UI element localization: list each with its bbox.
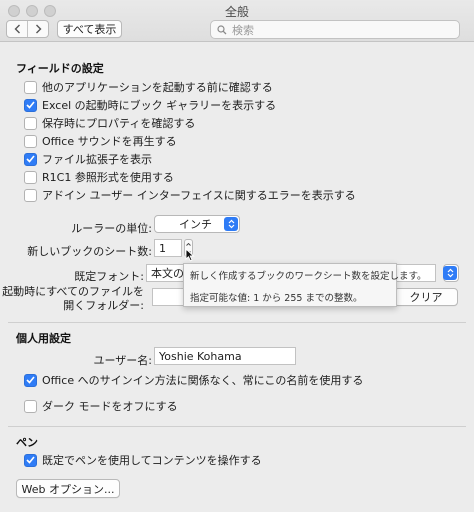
checkbox-label: Office へのサインイン方法に関係なく、常にこの名前を使用する [42,374,364,387]
startup-folder-label-line2: 開くフォルダー: [63,299,144,312]
checkbox-box[interactable] [24,134,37,148]
confirm-before-launch-checkbox[interactable]: 他のアプリケーションを起動する前に確認する [24,79,273,95]
checkbox-box[interactable] [24,116,37,130]
checkbox-label: R1C1 参照形式を使用する [42,171,174,184]
show-file-extensions-checkbox[interactable]: ファイル拡張子を表示 [24,151,152,167]
checkbox-label: ダーク モードをオフにする [42,400,178,413]
checkbox-label: ファイル拡張子を表示 [42,153,152,166]
sheets-count-input[interactable]: 1 [154,239,182,257]
use-pen-by-default-checkbox[interactable]: 既定でペンを使用してコンテンツを操作する [24,452,262,468]
r1c1-reference-checkbox[interactable]: R1C1 参照形式を使用する [24,169,174,185]
preferences-window: 全般 すべて表示 検索 フィールドの設定 他のアプリケーションを起動する前に確認… [0,0,474,512]
ruler-units-popup[interactable]: インチ [154,215,240,233]
confirm-properties-checkbox[interactable]: 保存時にプロパティを確認する [24,115,195,131]
show-all-button[interactable]: すべて表示 [57,20,122,38]
show-workbook-gallery-checkbox[interactable]: Excel の起動時にブック ギャラリーを表示する [24,97,276,113]
navigation-buttons [6,20,49,38]
forward-button[interactable] [27,21,48,37]
personal-settings-heading: 個人用設定 [16,332,71,345]
ruler-units-value: インチ [179,218,212,231]
username-label: ユーザー名: [93,354,153,367]
chevron-left-icon [14,24,20,34]
stepper-up-icon[interactable] [185,240,192,248]
checkbox-label: 既定でペンを使用してコンテンツを操作する [42,454,262,467]
startup-folder-label-line1: 起動時にすべてのファイルを [2,285,144,298]
tooltip-line2: 指定可能な値: 1 から 255 までの整数。 [190,293,363,304]
checkbox-box[interactable] [24,98,37,112]
ruler-units-label: ルーラーの単位: [71,222,152,235]
search-icon [217,24,227,34]
checkbox-box[interactable] [24,80,37,94]
search-field[interactable]: 検索 [210,20,460,39]
checkbox-label: 保存時にプロパティを確認する [42,117,196,130]
checkbox-box[interactable] [24,152,37,166]
checkbox-label: アドイン ユーザー インターフェイスに関するエラーを表示する [42,189,356,202]
tooltip-line1: 新しく作成するブックのワークシート数を設定します。 [190,271,427,282]
default-font-value: 本文の [151,267,184,280]
checkbox-label: 他のアプリケーションを起動する前に確認する [42,81,273,94]
clear-button[interactable]: クリア [394,288,458,306]
checkmark-icon [26,155,35,163]
checkbox-box[interactable] [24,453,37,467]
chevron-right-icon [35,24,41,34]
default-font-popup[interactable] [443,264,459,282]
title-bar: 全般 すべて表示 検索 [0,0,474,42]
addin-ui-errors-checkbox[interactable]: アドイン ユーザー インターフェイスに関するエラーを表示する [24,187,356,203]
checkbox-box[interactable] [24,188,37,202]
checkmark-icon [26,456,35,464]
checkbox-box[interactable] [24,373,37,387]
search-placeholder: 検索 [232,23,254,37]
startup-folder-label: 起動時にすべてのファイルを 開くフォルダー: [2,285,144,313]
office-sounds-checkbox[interactable]: Office サウンドを再生する [24,133,177,149]
back-button[interactable] [7,21,27,37]
web-options-button[interactable]: Web オプション... [16,479,120,498]
section-divider [8,322,466,323]
turn-off-dark-mode-checkbox[interactable]: ダーク モードをオフにする [24,398,178,414]
popup-arrows-icon [443,266,457,280]
popup-arrows-icon [224,217,238,231]
window-title: 全般 [224,5,249,19]
pen-heading: ペン [16,436,38,449]
section-divider [8,426,466,427]
default-font-label: 既定フォント: [74,270,144,283]
checkmark-icon [26,101,35,109]
checkbox-box[interactable] [24,170,37,184]
sheets-count-tooltip: 新しく作成するブックのワークシート数を設定します。 指定可能な値: 1 から 2… [183,263,427,307]
checkbox-box[interactable] [24,399,37,413]
checkbox-label: Office サウンドを再生する [42,135,177,148]
field-settings-heading: フィールドの設定 [16,62,104,75]
sheets-count-label: 新しいブックのシート数: [27,245,152,258]
checkmark-icon [26,376,35,384]
mouse-pointer-icon [185,247,195,265]
username-input[interactable]: Yoshie Kohama [154,347,296,365]
checkbox-label: Excel の起動時にブック ギャラリーを表示する [42,99,277,112]
always-use-name-checkbox[interactable]: Office へのサインイン方法に関係なく、常にこの名前を使用する [24,372,363,388]
